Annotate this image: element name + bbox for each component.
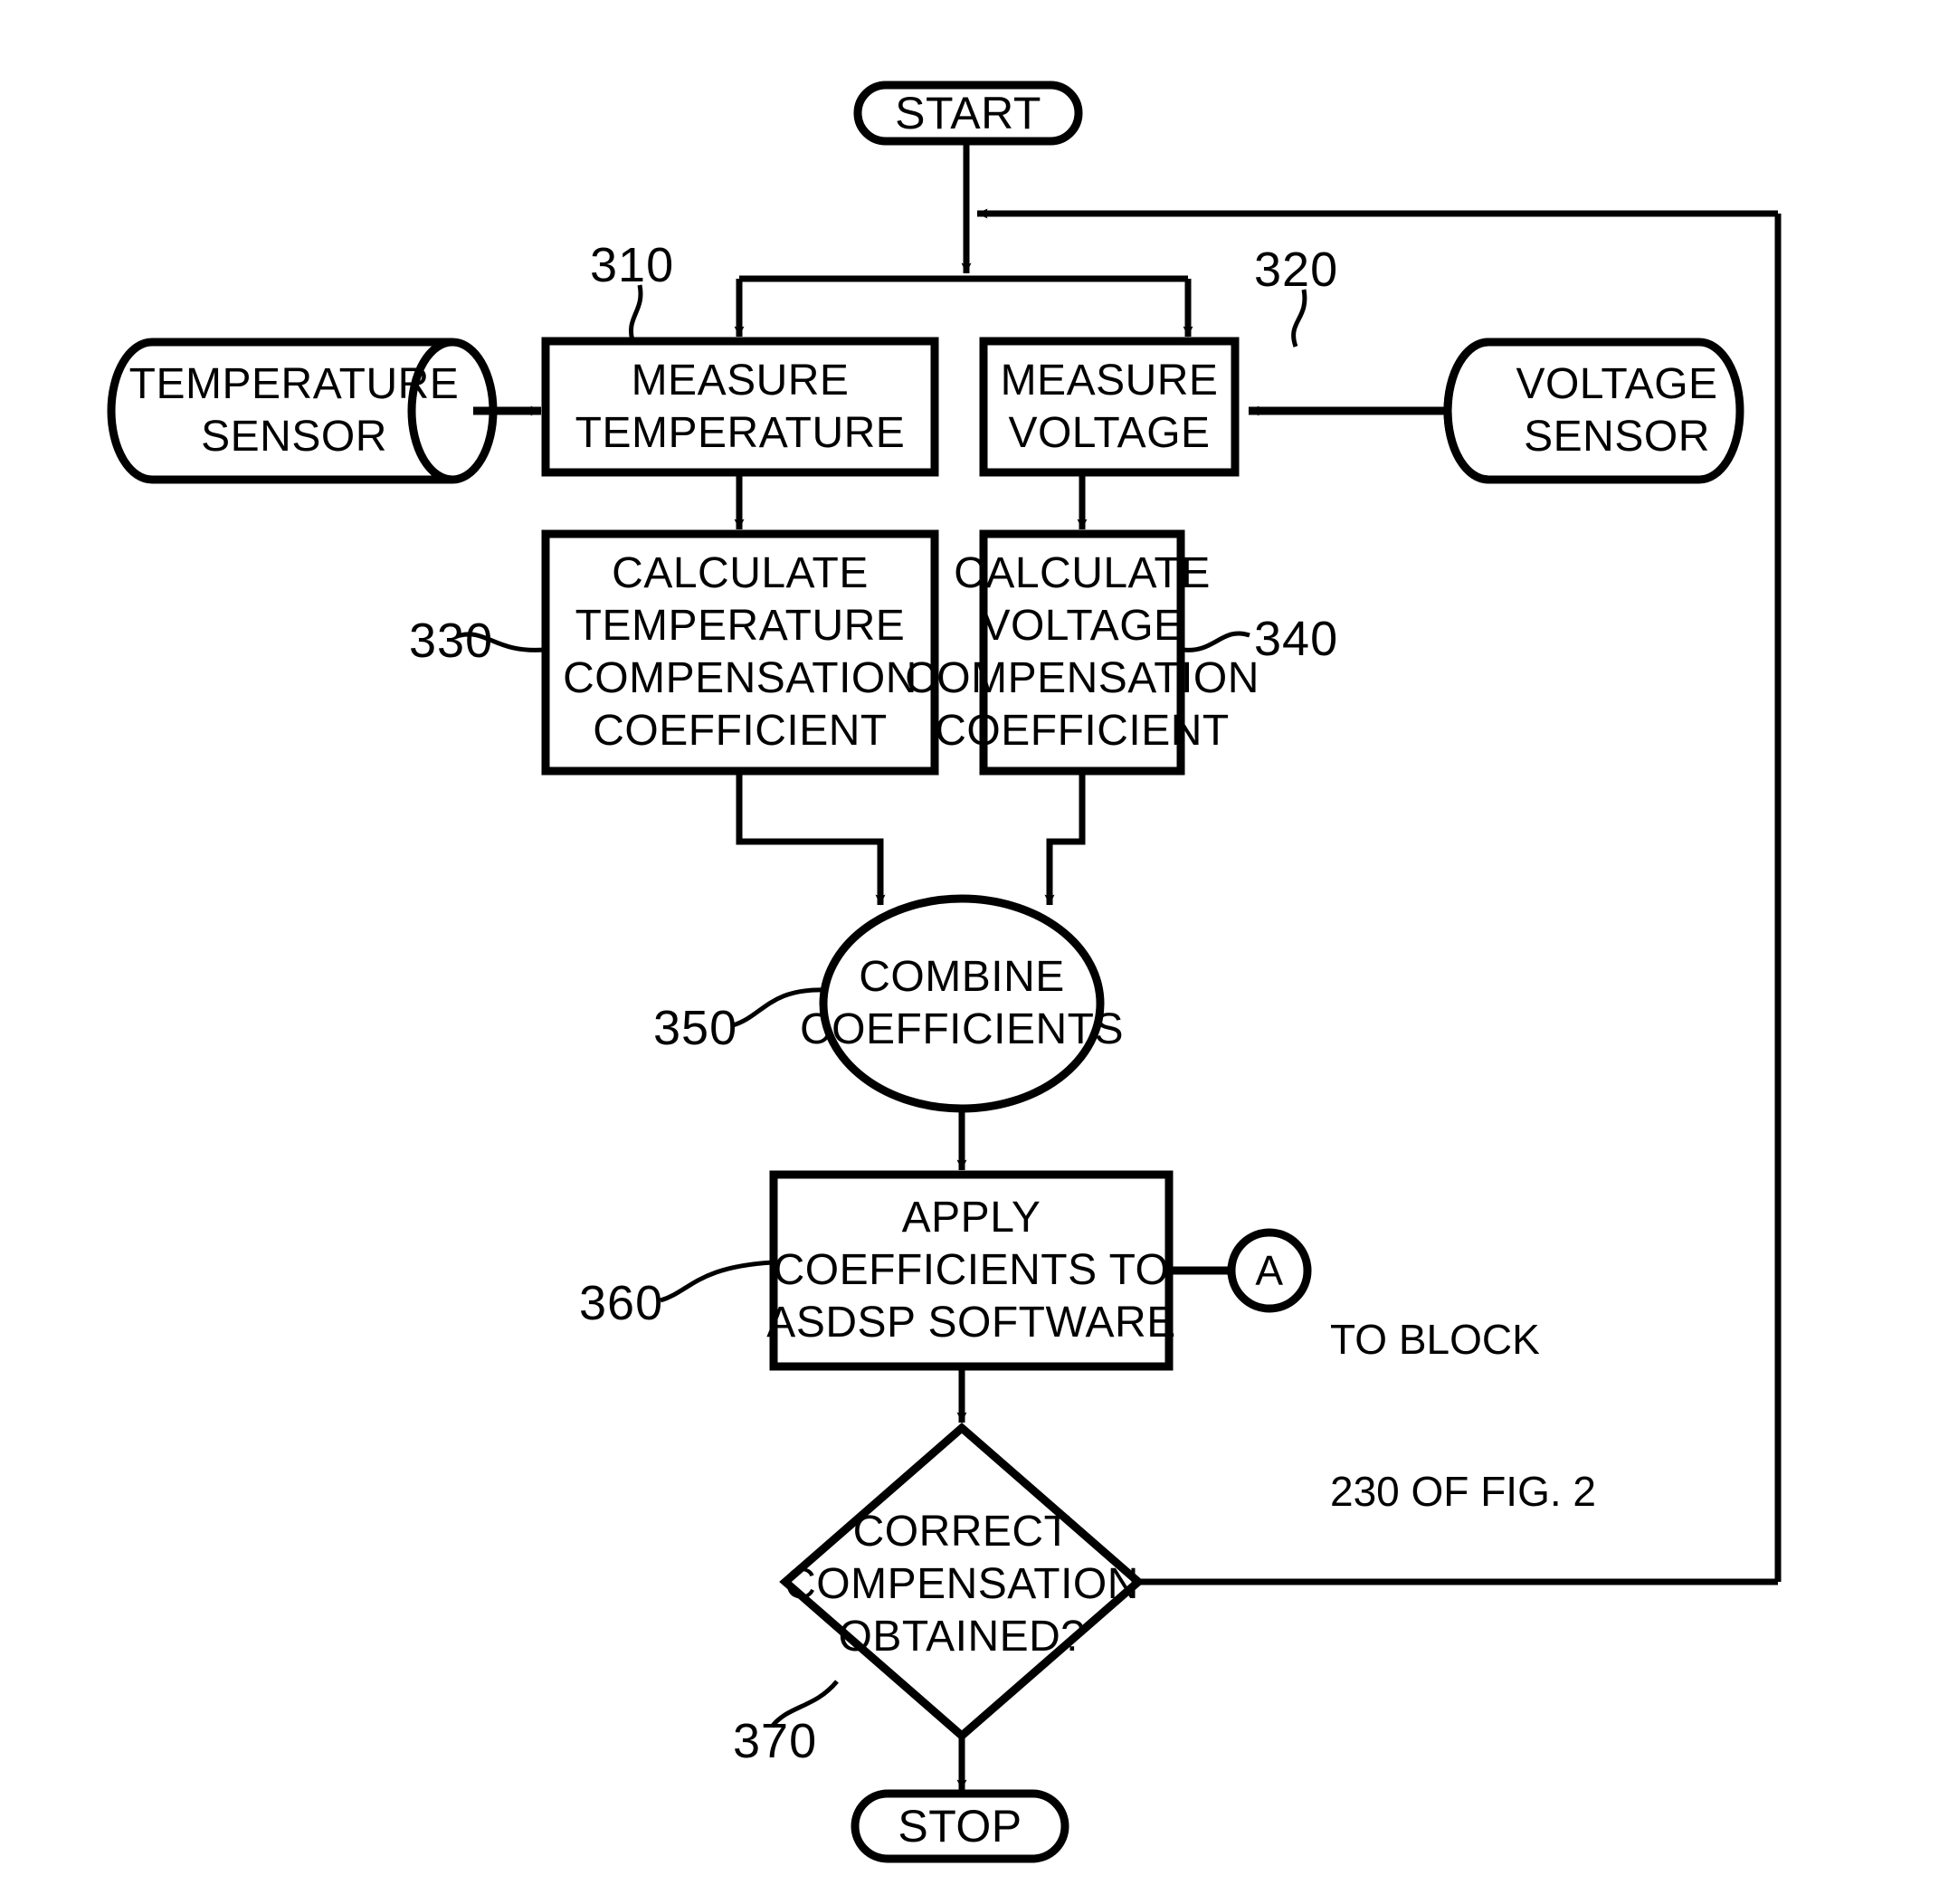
measure-temperature-shape — [541, 337, 939, 477]
calc-temp-coefficient-shape — [541, 529, 939, 776]
edge-calc-temp-to-combine — [736, 771, 886, 906]
start-node-shape — [853, 81, 1083, 146]
leader-340 — [1182, 631, 1250, 652]
connector-a-shape — [1227, 1228, 1312, 1313]
leader-320 — [1291, 289, 1307, 347]
reference-numeral-320: 320 — [1254, 243, 1339, 297]
reference-numeral-340: 340 — [1254, 612, 1339, 666]
figure-canvas: START TEMPERATURE SENSOR VOLTAGE SENSOR … — [0, 0, 1958, 1904]
calc-volt-coefficient-shape — [979, 529, 1185, 776]
offpage-target-annotation: TO BLOCK 230 OF FIG. 2 — [1330, 1213, 1710, 1618]
reference-numeral-350: 350 — [653, 1001, 738, 1055]
combine-coefficients-shape — [819, 894, 1105, 1113]
stop-node-shape — [851, 1789, 1069, 1863]
offpage-target-line2: 230 OF FIG. 2 — [1330, 1468, 1596, 1515]
edge-calc-volt-to-combine — [1044, 771, 1086, 906]
reference-numeral-330: 330 — [409, 614, 494, 668]
measure-voltage-shape — [979, 337, 1240, 477]
reference-numeral-360: 360 — [579, 1276, 664, 1330]
temperature-sensor-shape — [107, 338, 498, 484]
offpage-target-line1: TO BLOCK — [1330, 1316, 1540, 1363]
leader-310 — [628, 284, 643, 345]
reference-numeral-310: 310 — [590, 238, 675, 292]
decision-shape — [779, 1423, 1145, 1741]
voltage-sensor-shape — [1443, 338, 1744, 484]
flowchart-vector-layer — [107, 81, 1782, 1863]
leader-360 — [660, 1260, 774, 1303]
apply-coefficients-shape — [769, 1170, 1174, 1371]
leader-350 — [732, 987, 826, 1028]
reference-numeral-370: 370 — [733, 1714, 818, 1768]
